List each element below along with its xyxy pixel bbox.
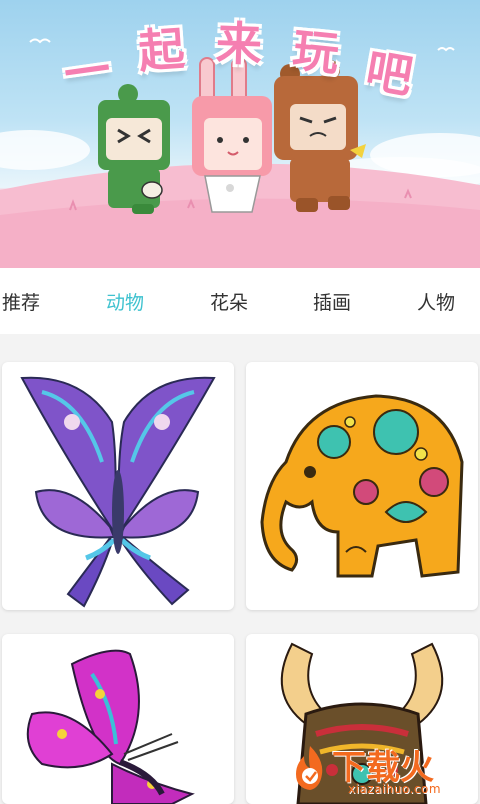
butterfly-image [20, 376, 216, 608]
tab-flowers[interactable]: 花朵 [210, 288, 248, 315]
banner-title-char: 一 [60, 41, 116, 102]
category-tab-bar: 推荐 动物 花朵 插画 人物 [0, 268, 480, 334]
butterfly-pink-image [26, 649, 195, 804]
gallery-card-elephant[interactable] [246, 362, 478, 610]
banner-title-char: 玩 [290, 22, 344, 82]
tab-illustration[interactable]: 插画 [313, 288, 351, 315]
banner-title: 一 起 来 玩 吧 [60, 8, 420, 104]
watermark-url: xiazaihuo.com [348, 782, 442, 796]
tab-recommend[interactable]: 推荐 [2, 288, 40, 315]
gallery-card-butterfly-pink[interactable] [2, 634, 234, 804]
tab-animals[interactable]: 动物 [106, 288, 144, 315]
tab-people[interactable]: 人物 [417, 288, 455, 315]
banner-title-char: 起 [136, 21, 189, 79]
gallery-card-butterfly-blue[interactable] [2, 362, 234, 610]
flame-logo-icon [296, 746, 323, 790]
elephant-image [260, 394, 464, 578]
green-dino-character [98, 84, 170, 214]
watermark: 下载火 xiazaihuo.com [290, 736, 480, 800]
banner-title-char: 来 [214, 16, 265, 72]
banner[interactable]: 一 起 来 玩 吧 [0, 0, 480, 268]
